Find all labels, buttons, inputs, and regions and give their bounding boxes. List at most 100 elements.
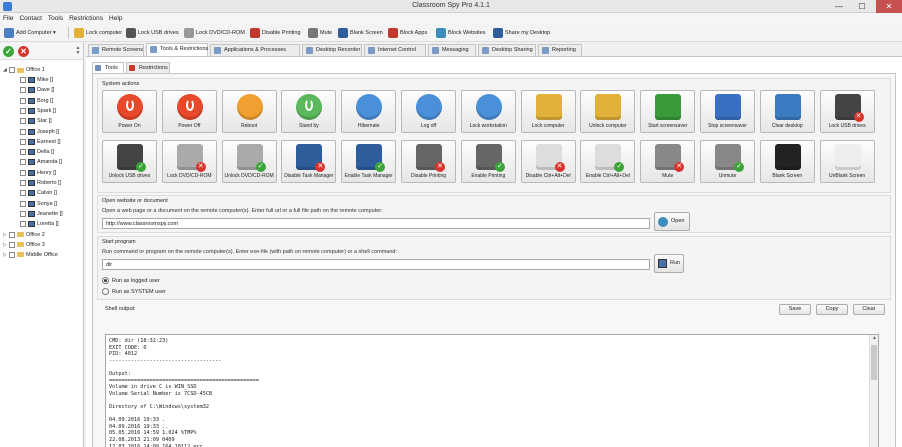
computer-checkbox[interactable] bbox=[20, 190, 26, 197]
tree-group-office-2[interactable]: ▷ Office 2 bbox=[3, 230, 45, 240]
shell-scrollbar[interactable]: ▲ bbox=[869, 335, 878, 447]
action-unlock-dvd-cd-rom-button[interactable]: ✓ Unlock DVD/CD-ROM bbox=[221, 140, 277, 183]
menu-tools[interactable]: Tools bbox=[45, 13, 66, 24]
action-lock-dvd-cd-rom-button[interactable]: ✕ Lock DVD/CD-ROM bbox=[161, 140, 217, 183]
action-unmute-button[interactable]: ✓ Unmute bbox=[700, 140, 755, 183]
toolbar-lock-dvd[interactable]: Lock DVD/CD-ROM bbox=[184, 27, 245, 39]
action-power-off-button[interactable]: Power Off bbox=[161, 90, 217, 133]
toolbar-disable-printing[interactable]: Disable Printing bbox=[250, 27, 301, 39]
tree-computer-item[interactable]: Borg [] bbox=[20, 96, 53, 106]
action-stand-by-button[interactable]: Stand by bbox=[281, 90, 337, 133]
tree-computer-item[interactable]: Loretta [] bbox=[20, 219, 59, 229]
tree-computer-item[interactable]: Earnest [] bbox=[20, 137, 61, 147]
tree-computer-item[interactable]: Dave [] bbox=[20, 85, 54, 95]
action-unlock-usb-drives-button[interactable]: ✓ Unlock USB drives bbox=[102, 140, 157, 183]
tree-group-middle-office[interactable]: ▷ Middle Office bbox=[3, 250, 58, 260]
tree-computer-item[interactable]: Henry [] bbox=[20, 168, 56, 178]
action-disable-ctrl-alt-del-button[interactable]: ✕ Disable Ctrl+Alt+Del bbox=[520, 140, 576, 183]
toolbar-block-websites[interactable]: Block Websites bbox=[436, 27, 486, 39]
tab-remote-screens[interactable]: Remote Screens bbox=[88, 44, 144, 56]
toolbar-share-desktop[interactable]: Share my Desktop bbox=[493, 27, 550, 39]
action-unlock-computer-button[interactable]: Unlock computer bbox=[580, 90, 636, 133]
computer-checkbox[interactable] bbox=[20, 159, 26, 166]
copy-button[interactable]: Copy bbox=[816, 304, 848, 315]
action-lock-usb-drives-button[interactable]: ✕ Lock USB drives bbox=[819, 90, 875, 133]
computer-checkbox[interactable] bbox=[20, 87, 26, 94]
group-checkbox[interactable] bbox=[9, 251, 15, 258]
computer-checkbox[interactable] bbox=[20, 118, 26, 125]
tab-desktop-recorder[interactable]: Desktop Recorder bbox=[302, 44, 362, 56]
computer-checkbox[interactable] bbox=[20, 138, 26, 145]
menu-restrictions[interactable]: Restrictions bbox=[66, 13, 106, 24]
maximize-button[interactable]: ☐ bbox=[851, 0, 873, 13]
computer-checkbox[interactable] bbox=[20, 221, 26, 228]
action-enable-printing-button[interactable]: ✓ Enable Printing bbox=[460, 140, 516, 183]
action-reboot-button[interactable]: Reboot bbox=[221, 90, 277, 133]
tree-computer-item[interactable]: Roberto [] bbox=[20, 178, 61, 188]
run-button[interactable]: Run bbox=[654, 254, 684, 273]
subtab-tools[interactable]: Tools bbox=[92, 62, 124, 73]
command-input[interactable] bbox=[102, 259, 650, 270]
tree-group-office-1[interactable]: ◢ Office 1 bbox=[3, 65, 45, 75]
tree-computer-item[interactable]: Joseph [] bbox=[20, 127, 59, 137]
action-blank-screen-button[interactable]: Blank Screen bbox=[759, 140, 815, 183]
computer-checkbox[interactable] bbox=[20, 107, 26, 114]
action-unblank-screen-button[interactable]: UnBlank Screen bbox=[819, 140, 875, 183]
computer-checkbox[interactable] bbox=[20, 77, 26, 83]
toolbar-lock-computer[interactable]: Lock computer bbox=[74, 27, 122, 39]
clear-button[interactable]: Clear bbox=[853, 304, 885, 315]
action-power-on-button[interactable]: Power On bbox=[102, 90, 157, 133]
action-mute-button[interactable]: ✕ Mute bbox=[640, 140, 696, 183]
computer-checkbox[interactable] bbox=[20, 97, 26, 104]
tab-reporting[interactable]: Reporting bbox=[538, 44, 582, 56]
menu-file[interactable]: File bbox=[0, 13, 16, 24]
action-lock-computer-button[interactable]: Lock computer bbox=[520, 90, 576, 133]
tree-computer-item[interactable]: Spark [] bbox=[20, 106, 56, 116]
radio-logged-user[interactable]: Run as logged user bbox=[102, 277, 160, 284]
toolbar-lock-usb[interactable]: Lock USB drives bbox=[126, 27, 179, 39]
tab-applications-processes[interactable]: Applications & Processes bbox=[210, 44, 300, 56]
radio-system-user-control[interactable] bbox=[102, 288, 109, 295]
action-lock-workstation-button[interactable]: Lock workstation bbox=[460, 90, 516, 133]
group-checkbox[interactable] bbox=[9, 231, 15, 238]
tree-computer-item[interactable]: Jeanette [] bbox=[20, 209, 63, 219]
url-input[interactable] bbox=[102, 218, 650, 229]
tab-desktop-sharing[interactable]: Desktop Sharing bbox=[478, 44, 536, 56]
tab-internet-control[interactable]: Internet Control bbox=[364, 44, 426, 56]
scroll-up-icon[interactable]: ▲ bbox=[870, 335, 878, 341]
action-enable-task-manager-button[interactable]: ✓ Enable Task Manager bbox=[341, 140, 397, 183]
computer-checkbox[interactable] bbox=[20, 149, 26, 156]
group-checkbox[interactable] bbox=[9, 67, 15, 73]
computer-checkbox[interactable] bbox=[20, 169, 26, 176]
close-button[interactable]: ✕ bbox=[876, 0, 902, 13]
tree-computer-item[interactable]: Amanda [] bbox=[20, 157, 62, 167]
scroll-thumb[interactable] bbox=[871, 345, 877, 380]
tree-computer-item[interactable]: Mike [] bbox=[20, 75, 53, 85]
tab-tools-restrictions[interactable]: Tools & Restrictions bbox=[146, 43, 208, 56]
minimize-button[interactable]: — bbox=[828, 0, 850, 13]
shell-output-area[interactable]: CMD: dir (18:32:23) EXIT CODE: 0 PID: 4012… bbox=[105, 334, 879, 447]
computer-checkbox[interactable] bbox=[20, 200, 26, 207]
radio-system-user[interactable]: Run as SYSTEM user bbox=[102, 288, 166, 295]
toolbar-block-apps[interactable]: Block Apps bbox=[388, 27, 427, 39]
save-button[interactable]: Save bbox=[779, 304, 811, 315]
action-stop-screensaver-button[interactable]: Stop screensaver bbox=[700, 90, 755, 133]
check-all-icon[interactable]: ✓ bbox=[3, 46, 14, 57]
toolbar-blank-screen[interactable]: Blank Screen bbox=[338, 27, 383, 39]
tree-group-office-3[interactable]: ▷ Office 3 bbox=[3, 240, 45, 250]
computer-checkbox[interactable] bbox=[20, 210, 26, 217]
action-start-screensaver-button[interactable]: Start screensaver bbox=[640, 90, 696, 133]
toolbar-add-computer[interactable]: Add Computer ▾ bbox=[4, 27, 56, 39]
toolbar-mute[interactable]: Mute bbox=[308, 27, 332, 39]
computer-checkbox[interactable] bbox=[20, 180, 26, 186]
subtab-restrictions[interactable]: Restrictions bbox=[126, 62, 170, 73]
action-disable-task-manager-button[interactable]: ✕ Disable Task Manager bbox=[281, 140, 337, 183]
action-hibernate-button[interactable]: Hibernate bbox=[341, 90, 397, 133]
group-checkbox[interactable] bbox=[9, 241, 15, 248]
action-disable-printing-button[interactable]: ✕ Disable Printing bbox=[401, 140, 456, 183]
tree-computer-item[interactable]: Sonya [] bbox=[20, 199, 57, 209]
action-clear-desktop-button[interactable]: Clear desktop bbox=[759, 90, 815, 133]
tab-messaging[interactable]: Messaging bbox=[428, 44, 476, 56]
open-button[interactable]: Open bbox=[654, 212, 690, 231]
action-enable-ctrl-alt-del-button[interactable]: ✓ Enable Ctrl+Alt+Del bbox=[580, 140, 636, 183]
